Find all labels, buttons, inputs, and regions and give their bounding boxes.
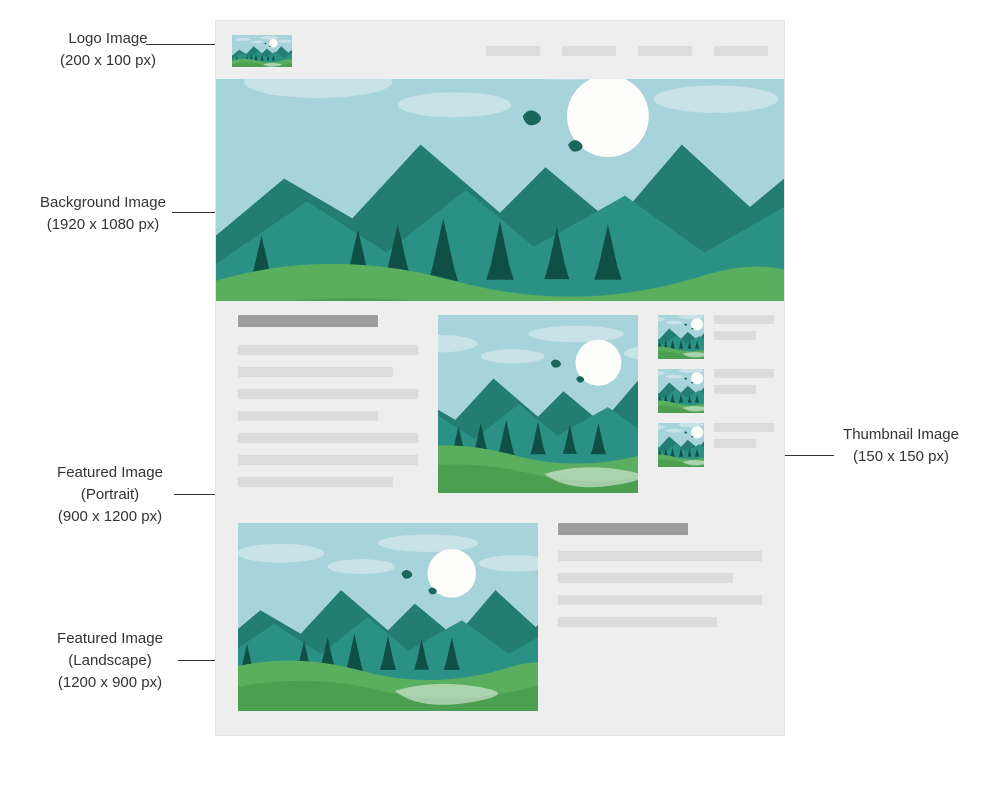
placeholder-line: [238, 345, 418, 355]
thumbnail-image: [658, 369, 704, 413]
left-text-block: [238, 315, 418, 499]
label-portrait-title: Featured Image: [30, 462, 190, 484]
label-thumb: Thumbnail Image (150 x 150 px): [816, 424, 986, 468]
placeholder-line: [714, 331, 756, 340]
logo-image: [232, 35, 292, 67]
thumb-row: [658, 423, 778, 467]
row-top: [216, 315, 784, 509]
label-logo-dim: (200 x 100 px): [28, 50, 188, 72]
nav-item: [562, 46, 616, 56]
right-text-block: [558, 523, 762, 711]
thumb-text: [714, 315, 774, 347]
label-portrait-dim: (900 x 1200 px): [30, 506, 190, 528]
placeholder-line: [558, 573, 733, 583]
mock-website: [215, 20, 785, 736]
nav-item: [638, 46, 692, 56]
placeholder-title: [558, 523, 688, 535]
placeholder-title: [238, 315, 378, 327]
thumbnail-image: [658, 315, 704, 359]
nav: [486, 46, 768, 56]
placeholder-line: [238, 367, 393, 377]
placeholder-line: [714, 315, 774, 324]
featured-image-portrait: [438, 315, 638, 493]
label-bg-title: Background Image: [18, 192, 188, 214]
placeholder-line: [238, 455, 418, 465]
placeholder-line: [238, 389, 418, 399]
thumbnail-image: [658, 423, 704, 467]
nav-item: [486, 46, 540, 56]
label-thumb-dim: (150 x 150 px): [816, 446, 986, 468]
label-logo-title: Logo Image: [28, 28, 188, 50]
thumb-row: [658, 369, 778, 413]
placeholder-line: [238, 433, 418, 443]
placeholder-line: [558, 595, 762, 605]
placeholder-line: [714, 423, 774, 432]
label-landscape-title: Featured Image: [30, 628, 190, 650]
label-bg-dim: (1920 x 1080 px): [18, 214, 188, 236]
placeholder-line: [238, 411, 378, 421]
thumb-text: [714, 369, 774, 401]
placeholder-line: [238, 477, 393, 487]
sidebar-thumbs: [658, 315, 778, 499]
thumb-row: [658, 315, 778, 359]
label-landscape-sub: (Landscape): [30, 650, 190, 672]
background-image: [216, 79, 784, 301]
nav-item: [714, 46, 768, 56]
label-logo: Logo Image (200 x 100 px): [28, 28, 188, 72]
label-portrait: Featured Image (Portrait) (900 x 1200 px…: [30, 462, 190, 527]
placeholder-line: [714, 439, 756, 448]
featured-image-landscape: [238, 523, 538, 711]
row-bottom: [216, 509, 784, 735]
label-landscape: Featured Image (Landscape) (1200 x 900 p…: [30, 628, 190, 693]
label-thumb-title: Thumbnail Image: [816, 424, 986, 446]
placeholder-line: [714, 385, 756, 394]
placeholder-line: [558, 551, 762, 561]
placeholder-line: [714, 369, 774, 378]
thumb-text: [714, 423, 774, 455]
label-portrait-sub: (Portrait): [30, 484, 190, 506]
topbar: [216, 21, 784, 79]
label-landscape-dim: (1200 x 900 px): [30, 672, 190, 694]
placeholder-line: [558, 617, 717, 627]
label-background: Background Image (1920 x 1080 px): [18, 192, 188, 236]
